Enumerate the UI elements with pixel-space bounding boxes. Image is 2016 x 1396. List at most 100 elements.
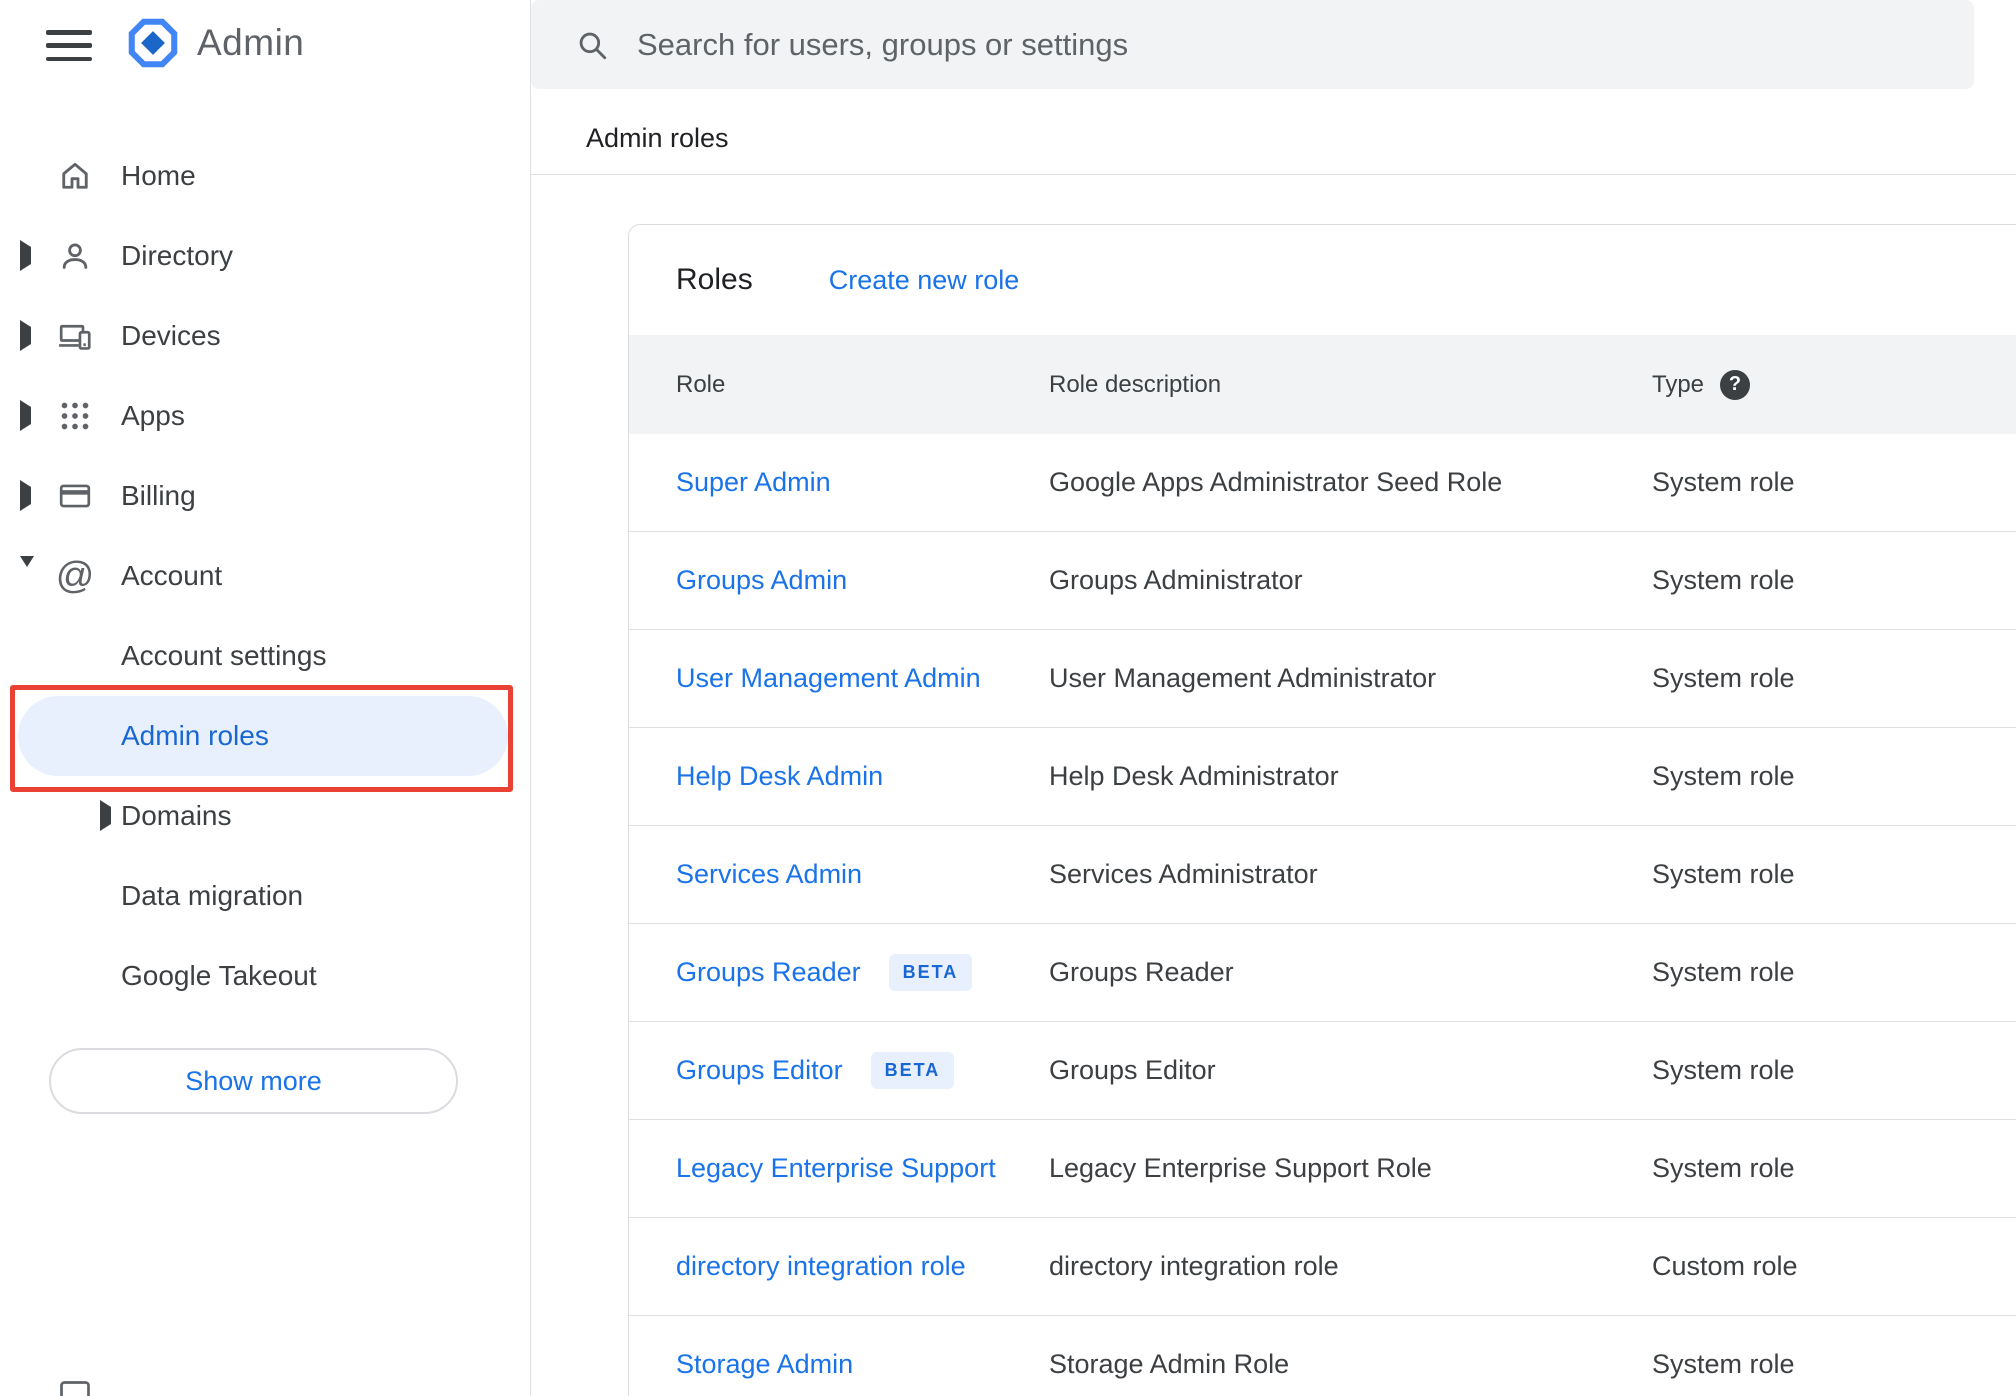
table-row: Super Admin Google Apps Administrator Se… xyxy=(629,434,2016,532)
sidebar-item-home[interactable]: Home xyxy=(0,136,530,216)
sidebar-item-admin-roles[interactable]: Admin roles xyxy=(18,696,508,776)
partial-sidebar-icon xyxy=(57,1378,93,1396)
column-header-role-description: Role description xyxy=(1049,370,1222,398)
role-link[interactable]: Help Desk Admin xyxy=(676,761,883,792)
table-row: Groups Reader BETA Groups Reader System … xyxy=(629,924,2016,1022)
home-icon xyxy=(57,158,93,194)
role-description: Help Desk Administrator xyxy=(1049,761,1339,791)
help-icon[interactable]: ? xyxy=(1720,369,1751,400)
role-link[interactable]: Storage Admin xyxy=(676,1349,853,1380)
create-new-role-link[interactable]: Create new role xyxy=(829,265,1020,296)
role-link[interactable]: Groups Reader xyxy=(676,957,861,988)
devices-icon xyxy=(57,318,93,354)
table-row: Services Admin Services Administrator Sy… xyxy=(629,826,2016,924)
column-header-type: Type ? xyxy=(1652,369,2016,400)
chevron-right-icon[interactable] xyxy=(100,800,111,831)
role-description: Services Administrator xyxy=(1049,859,1318,889)
table-row: Help Desk Admin Help Desk Administrator … xyxy=(629,728,2016,826)
role-type: System role xyxy=(1652,565,1795,595)
role-description: Storage Admin Role xyxy=(1049,1349,1290,1379)
admin-logo-text: Admin xyxy=(197,22,305,63)
column-header-role: Role xyxy=(676,370,726,398)
role-type: System role xyxy=(1652,1153,1795,1183)
admin-logo-icon xyxy=(128,18,178,68)
role-type: Custom role xyxy=(1652,1251,1798,1281)
role-type: System role xyxy=(1652,467,1795,497)
sidebar-item-apps[interactable]: Apps xyxy=(0,376,530,456)
sidebar: Admin Home Directory Devices Apps Billin… xyxy=(0,0,531,1396)
credit-card-icon xyxy=(57,478,93,514)
sidebar-item-google-takeout[interactable]: Google Takeout xyxy=(0,936,530,1016)
role-type: System role xyxy=(1652,957,1795,987)
sidebar-item-account[interactable]: @ Account xyxy=(0,536,530,616)
chevron-right-icon[interactable] xyxy=(20,240,31,271)
role-description: User Management Administrator xyxy=(1049,663,1437,693)
role-type: System role xyxy=(1652,663,1795,693)
sidebar-item-label: Account settings xyxy=(121,640,327,671)
table-row: Legacy Enterprise Support Legacy Enterpr… xyxy=(629,1120,2016,1218)
roles-card-header: Roles Create new role xyxy=(629,225,2016,335)
search-icon xyxy=(575,28,609,62)
chevron-down-icon[interactable] xyxy=(20,556,34,585)
chevron-right-icon[interactable] xyxy=(20,320,31,351)
sidebar-item-label: Google Takeout xyxy=(121,960,317,991)
roles-card: Roles Create new role Role Role descript… xyxy=(628,224,2016,1396)
role-description: Groups Editor xyxy=(1049,1055,1216,1085)
admin-console-screen: Admin Home Directory Devices Apps Billin… xyxy=(0,0,2016,1396)
show-more-label: Show more xyxy=(185,1065,322,1096)
beta-badge: BETA xyxy=(888,954,973,991)
show-more-button[interactable]: Show more xyxy=(49,1048,458,1114)
sidebar-item-label: Data migration xyxy=(121,880,304,911)
sidebar-item-data-migration[interactable]: Data migration xyxy=(0,856,530,936)
role-description: Groups Administrator xyxy=(1049,565,1303,595)
divider xyxy=(531,174,2016,175)
sidebar-item-label: Devices xyxy=(121,320,221,351)
table-row: Groups Editor BETA Groups Editor System … xyxy=(629,1022,2016,1120)
sidebar-nav: Home Directory Devices Apps Billing @ Ac… xyxy=(0,136,530,1016)
sidebar-item-domains[interactable]: Domains xyxy=(0,776,530,856)
sidebar-item-label: Directory xyxy=(121,240,234,271)
role-link[interactable]: Services Admin xyxy=(676,859,862,890)
role-description: Groups Reader xyxy=(1049,957,1234,987)
role-link[interactable]: User Management Admin xyxy=(676,663,981,694)
search-input[interactable] xyxy=(637,14,1974,75)
table-row: directory integration role directory int… xyxy=(629,1218,2016,1316)
sidebar-item-label: Domains xyxy=(121,800,232,831)
chevron-right-icon[interactable] xyxy=(20,480,31,511)
role-type: System role xyxy=(1652,1055,1795,1085)
sidebar-item-account-settings[interactable]: Account settings xyxy=(0,616,530,696)
sidebar-item-label: Apps xyxy=(121,400,185,431)
role-link[interactable]: Legacy Enterprise Support xyxy=(676,1153,996,1184)
menu-icon[interactable] xyxy=(46,30,92,61)
table-header-row: Role Role description Type ? xyxy=(629,335,2016,434)
role-link[interactable]: Groups Admin xyxy=(676,565,847,596)
admin-logo: Admin xyxy=(125,15,304,71)
sidebar-item-label: Home xyxy=(121,160,196,191)
role-type: System role xyxy=(1652,1349,1795,1379)
breadcrumb-band: Admin roles xyxy=(531,89,2016,174)
table-body: Super Admin Google Apps Administrator Se… xyxy=(629,434,2016,1396)
card-title: Roles xyxy=(676,263,753,296)
at-icon: @ xyxy=(55,555,95,597)
role-description: Legacy Enterprise Support Role xyxy=(1049,1153,1432,1183)
table-row: Groups Admin Groups Administrator System… xyxy=(629,532,2016,630)
chevron-right-icon[interactable] xyxy=(20,400,31,431)
role-link[interactable]: Super Admin xyxy=(676,467,831,498)
sidebar-item-label: Account xyxy=(121,560,223,591)
role-description: directory integration role xyxy=(1049,1251,1339,1281)
sidebar-item-billing[interactable]: Billing xyxy=(0,456,530,536)
table-row: User Management Admin User Management Ad… xyxy=(629,630,2016,728)
role-link[interactable]: directory integration role xyxy=(676,1251,966,1282)
sidebar-item-devices[interactable]: Devices xyxy=(0,296,530,376)
person-icon xyxy=(57,238,93,274)
sidebar-item-directory[interactable]: Directory xyxy=(0,216,530,296)
apps-grid-icon xyxy=(57,398,93,434)
sidebar-item-label: Billing xyxy=(121,480,196,511)
role-type: System role xyxy=(1652,761,1795,791)
role-type: System role xyxy=(1652,859,1795,889)
sidebar-item-label: Admin roles xyxy=(121,720,269,751)
beta-badge: BETA xyxy=(870,1052,955,1089)
search-bar xyxy=(531,0,1974,89)
table-row: Storage Admin Storage Admin Role System … xyxy=(629,1316,2016,1396)
role-link[interactable]: Groups Editor xyxy=(676,1055,843,1086)
